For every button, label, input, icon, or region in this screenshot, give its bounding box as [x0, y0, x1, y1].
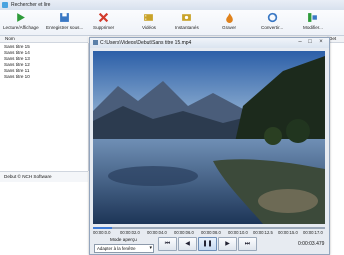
minimize-button[interactable]: – [296, 39, 304, 46]
convert-button[interactable]: Convertir... [261, 12, 283, 30]
app-title: Rechercher et lire [11, 2, 51, 8]
burn-icon [225, 13, 233, 23]
skip-start-icon: ⏮ [164, 241, 171, 247]
timeline-tick: 00:00:08.0 [201, 230, 221, 235]
snapshots-button[interactable]: Instantanés [175, 12, 199, 30]
column-name-header[interactable]: Nom [5, 36, 15, 41]
video-landscape-image [93, 51, 325, 224]
player-title: C:\Users\Videos\Debut\Sans titre 15.mp4 [100, 40, 192, 46]
skip-start-button[interactable]: ⏮ [158, 237, 177, 251]
recordings-list: Sans titre 15 Sans titre 14 Sans titre 1… [0, 43, 89, 171]
snapshot-icon [182, 14, 192, 21]
status-text: Debut © NCH Software [4, 174, 52, 179]
save-as-button[interactable]: Enregistrer sous... [46, 12, 83, 30]
chevron-down-icon: ▾ [149, 245, 152, 251]
play-view-button[interactable]: Lecture/Affichage [3, 12, 39, 30]
list-item[interactable]: Sans titre 10 [0, 74, 88, 80]
timeline[interactable]: 00:00:0.0 00:00:02.0 00:00:04.0 00:00:06… [93, 226, 325, 236]
skip-end-icon: ⏭ [244, 241, 251, 247]
step-forward-button[interactable]: ▶ [218, 237, 237, 251]
timeline-tick: 00:00:06.0 [174, 230, 194, 235]
list-header: Nom [0, 36, 88, 43]
preview-mode-label: Mode aperçu [110, 237, 137, 242]
player-app-icon [93, 40, 98, 45]
step-back-icon: ◀ [185, 241, 190, 247]
player-window: C:\Users\Videos\Debut\Sans titre 15.mp4 … [89, 37, 330, 255]
save-icon [60, 13, 70, 22]
convert-icon [267, 12, 277, 23]
timeline-tick: 00:00:12.5 [253, 230, 273, 235]
timeline-track[interactable] [93, 227, 325, 229]
pause-icon: ❚❚ [202, 241, 213, 247]
edit-icon [308, 13, 318, 22]
timeline-tick: 00:00:10.0 [228, 230, 248, 235]
maximize-button[interactable]: □ [306, 39, 314, 46]
video-frame[interactable] [93, 51, 325, 224]
status-bar: Debut © NCH Software [0, 171, 88, 182]
current-time: 0:00:03.479 [298, 241, 325, 247]
timeline-tick: 00:00:04.0 [147, 230, 167, 235]
step-forward-icon: ▶ [225, 241, 230, 247]
pause-button[interactable]: ❚❚ [198, 237, 217, 251]
videos-button[interactable]: Vidéos [142, 12, 156, 30]
player-title-bar: C:\Users\Videos\Debut\Sans titre 15.mp4 … [90, 38, 329, 48]
burn-button[interactable]: Graver [222, 12, 236, 30]
timeline-progress [93, 227, 112, 229]
edit-button[interactable]: Modifier... [303, 12, 323, 30]
timeline-tick: 00:00:02.0 [120, 230, 140, 235]
app-icon [2, 2, 8, 8]
delete-button[interactable]: Supprimer [93, 12, 114, 30]
video-icon [144, 14, 154, 21]
step-back-button[interactable]: ◀ [178, 237, 197, 251]
close-button[interactable]: × [317, 39, 325, 46]
delete-icon [98, 12, 109, 23]
timeline-tick: 00:00:15.0 [278, 230, 298, 235]
toolbar: Lecture/Affichage Enregistrer sous... Su… [0, 10, 344, 36]
timeline-tick: 00:00:0.0 [93, 230, 111, 235]
skip-end-button[interactable]: ⏭ [238, 237, 257, 251]
fit-mode-select[interactable]: Adapter à la fenêtre ▾ [94, 244, 154, 253]
play-icon [17, 13, 26, 22]
timeline-tick: 00:00:17.0 [303, 230, 323, 235]
